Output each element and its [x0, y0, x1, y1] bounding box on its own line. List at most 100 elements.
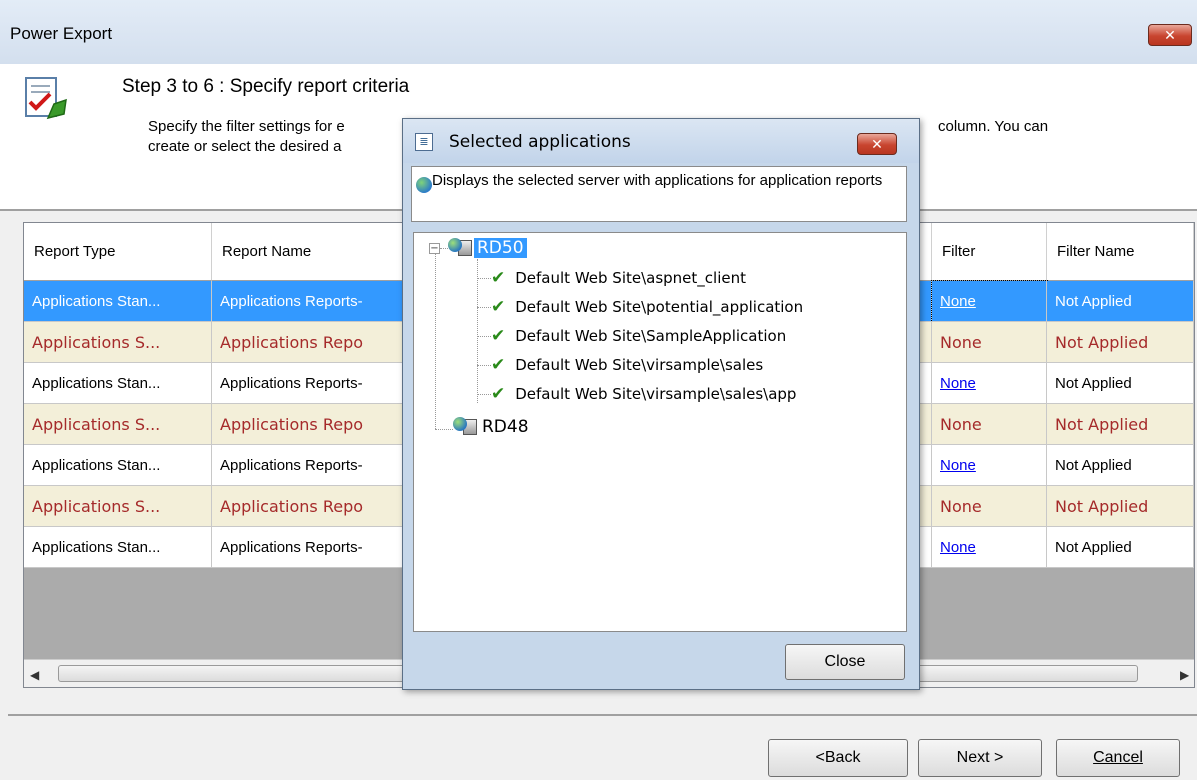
tree-app-item[interactable]: ✔ Default Web Site\potential_application — [477, 297, 803, 317]
step-description-line1: Specify the filter settings for e column.… — [148, 118, 1049, 135]
tree-connector — [477, 335, 491, 337]
close-icon: ✕ — [1164, 26, 1176, 43]
filter-name-cell[interactable]: Not Applied — [1047, 486, 1194, 527]
report-type-cell-text: Applications Stan... — [32, 538, 161, 556]
filter-cell-text: None — [940, 496, 982, 516]
tree-app-item[interactable]: ✔ Default Web Site\SampleApplication — [477, 326, 786, 346]
dialog-close-text-button[interactable]: Close — [785, 644, 905, 680]
scroll-left-icon[interactable]: ◀ — [30, 668, 39, 682]
report-type-cell[interactable]: Applications Stan... — [24, 527, 212, 568]
tree-app-label: Default Web Site\virsample\sales — [515, 356, 764, 374]
check-icon: ✔ — [491, 384, 506, 404]
tree-connector — [477, 393, 491, 395]
filter-cell[interactable]: None — [931, 280, 1048, 323]
cancel-button[interactable]: Cancel — [1056, 739, 1180, 777]
tree-app-item[interactable]: ✔ Default Web Site\virsample\sales\app — [477, 384, 796, 404]
footer-divider — [8, 714, 1197, 716]
filter-cell[interactable]: None — [932, 527, 1047, 568]
tree-app-item[interactable]: ✔ Default Web Site\virsample\sales — [477, 355, 763, 375]
column-header-filter[interactable]: Filter — [932, 223, 1047, 281]
window-titlebar — [0, 0, 1197, 65]
report-check-icon — [20, 74, 72, 126]
filter-cell[interactable]: None — [932, 445, 1047, 486]
filter-cell-text[interactable]: None — [940, 375, 976, 392]
dialog-description: Displays the selected server with applic… — [432, 172, 883, 189]
report-type-cell-text: Applications S... — [32, 332, 161, 352]
column-header-filter-name[interactable]: Filter Name — [1047, 223, 1194, 281]
report-type-cell-text: Applications Stan... — [32, 292, 161, 310]
report-name-cell-text: Applications Reports- — [220, 292, 363, 310]
window-close-button[interactable]: ✕ — [1148, 24, 1192, 46]
dialog-app-icon: ≣ — [415, 133, 433, 151]
scroll-right-icon[interactable]: ▶ — [1180, 668, 1189, 682]
step-description-line2: create or select the desired a — [148, 138, 342, 155]
check-icon: ✔ — [491, 297, 506, 317]
report-type-cell[interactable]: Applications Stan... — [24, 281, 212, 322]
step-title: Step 3 to 6 : Specify report criteria — [122, 76, 410, 97]
back-button-label: <Back — [815, 749, 861, 766]
tree-connector — [477, 364, 491, 366]
filter-cell-text: None — [940, 332, 982, 352]
column-header-report-type[interactable]: Report Type — [24, 223, 212, 281]
check-icon: ✔ — [491, 268, 506, 288]
back-button[interactable]: <Back — [768, 739, 908, 777]
report-type-cell[interactable]: Applications Stan... — [24, 363, 212, 404]
filter-name-cell-text: Not Applied — [1055, 414, 1149, 434]
application-tree[interactable]: − RD50 ✔ Default Web Site\aspnet_client … — [413, 232, 907, 632]
dialog-description-box: Displays the selected server with applic… — [411, 166, 907, 222]
tree-node-label: RD50 — [474, 238, 527, 258]
report-type-cell[interactable]: Applications Stan... — [24, 445, 212, 486]
filter-cell[interactable]: None — [932, 404, 1047, 445]
tree-node-label: RD48 — [482, 417, 529, 437]
report-name-cell-text: Applications Repo — [220, 496, 364, 516]
filter-name-cell-text: Not Applied — [1055, 538, 1132, 556]
next-button[interactable]: Next > — [918, 739, 1042, 777]
filter-name-cell[interactable]: Not Applied — [1047, 404, 1194, 445]
filter-cell[interactable]: None — [932, 322, 1047, 363]
report-name-cell-text: Applications Repo — [220, 332, 364, 352]
tree-app-label: Default Web Site\SampleApplication — [515, 327, 787, 345]
filter-cell-text: None — [940, 414, 982, 434]
tree-app-label: Default Web Site\virsample\sales\app — [515, 385, 797, 403]
server-icon — [453, 417, 479, 437]
selected-applications-dialog: ≣ Selected applications ✕ Displays the s… — [402, 118, 920, 690]
tree-app-label: Default Web Site\aspnet_client — [515, 269, 746, 287]
filter-cell[interactable]: None — [932, 363, 1047, 404]
filter-name-cell-text: Not Applied — [1055, 292, 1132, 310]
filter-name-cell-text: Not Applied — [1055, 332, 1149, 352]
tree-connector — [477, 277, 491, 279]
filter-cell-text[interactable]: None — [940, 539, 976, 556]
report-type-cell-text: Applications S... — [32, 414, 161, 434]
report-type-cell[interactable]: Applications S... — [24, 404, 212, 445]
filter-cell-text[interactable]: None — [940, 457, 976, 474]
dialog-title: Selected applications — [449, 132, 631, 152]
close-button-label: Close — [824, 653, 866, 670]
filter-cell-text[interactable]: None — [940, 293, 976, 310]
report-type-cell-text: Applications Stan... — [32, 456, 161, 474]
collapse-icon[interactable]: − — [429, 242, 440, 254]
report-type-cell[interactable]: Applications S... — [24, 322, 212, 363]
tree-node-rd48[interactable]: RD48 — [453, 417, 529, 437]
report-type-cell[interactable]: Applications S... — [24, 486, 212, 527]
filter-name-cell-text: Not Applied — [1055, 456, 1132, 474]
check-icon: ✔ — [491, 326, 506, 346]
tree-node-rd50[interactable]: − RD50 — [429, 238, 527, 258]
report-name-cell-text: Applications Reports- — [220, 374, 363, 392]
report-type-cell-text: Applications S... — [32, 496, 161, 516]
filter-name-cell[interactable]: Not Applied — [1047, 527, 1194, 568]
filter-name-cell[interactable]: Not Applied — [1047, 322, 1194, 363]
tree-connector — [435, 429, 453, 430]
filter-name-cell[interactable]: Not Applied — [1047, 281, 1194, 322]
filter-cell[interactable]: None — [932, 486, 1047, 527]
report-name-cell-text: Applications Repo — [220, 414, 364, 434]
dialog-close-button[interactable]: ✕ — [857, 133, 897, 155]
cancel-button-label: Cancel — [1093, 749, 1143, 766]
filter-name-cell[interactable]: Not Applied — [1047, 445, 1194, 486]
filter-name-cell-text: Not Applied — [1055, 374, 1132, 392]
close-icon: ✕ — [871, 135, 883, 152]
filter-name-cell-text: Not Applied — [1055, 496, 1149, 516]
filter-name-cell[interactable]: Not Applied — [1047, 363, 1194, 404]
tree-connector — [435, 253, 436, 429]
tree-app-item[interactable]: ✔ Default Web Site\aspnet_client — [477, 268, 746, 288]
window-title: Power Export — [10, 24, 113, 43]
